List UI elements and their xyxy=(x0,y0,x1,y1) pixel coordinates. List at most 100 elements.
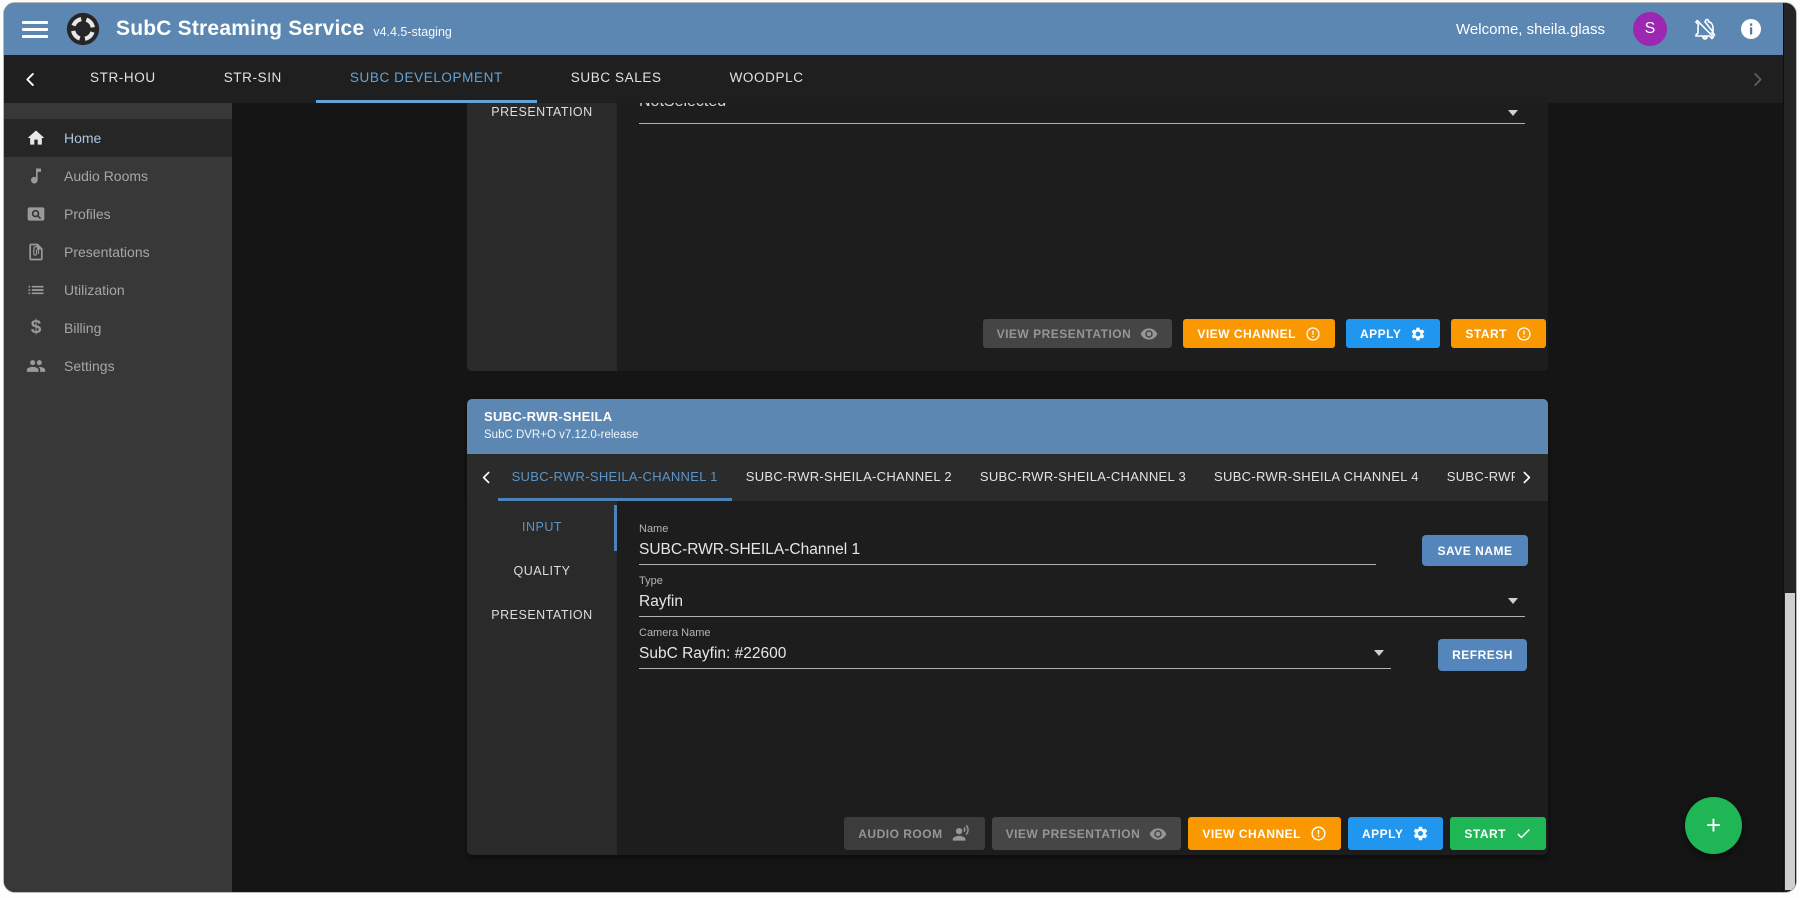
add-device-fab[interactable]: + xyxy=(1685,797,1742,854)
voice-person-icon xyxy=(952,824,971,843)
org-tab-str-sin[interactable]: STR-SIN xyxy=(190,55,316,103)
channel-tabs-scroll-left-icon[interactable] xyxy=(475,454,498,501)
sidebar-item-home[interactable]: Home xyxy=(4,119,232,157)
presentation-select[interactable]: NotSelected xyxy=(639,103,726,111)
sidebar-item-settings[interactable]: Settings xyxy=(4,347,232,385)
select-underline xyxy=(639,123,1525,124)
app-bar: SubC Streaming Service v4.4.5-staging We… xyxy=(4,3,1783,55)
welcome-text: Welcome, sheila.glass xyxy=(1456,21,1605,38)
section-tab-column: INPUT QUALITY PRESENTATION xyxy=(467,501,617,855)
people-icon xyxy=(26,356,46,376)
channel-tab-1[interactable]: SUBC-RWR-SHEILA-CHANNEL 1 xyxy=(498,454,732,501)
button-label: VIEW CHANNEL xyxy=(1197,327,1296,341)
sidebar-item-presentations[interactable]: Presentations xyxy=(4,233,232,271)
sidebar-item-label: Profiles xyxy=(64,206,111,222)
refresh-button[interactable]: REFRESH xyxy=(1438,639,1527,671)
camera-name-select[interactable]: SubC Rayfin: #22600 xyxy=(639,645,786,663)
avatar[interactable]: S xyxy=(1633,12,1667,46)
name-label: Name xyxy=(639,523,668,535)
notifications-off-icon[interactable] xyxy=(1693,17,1717,41)
save-name-button[interactable]: SAVE NAME xyxy=(1422,535,1528,566)
chevron-down-icon[interactable] xyxy=(1508,598,1518,604)
button-label: VIEW PRESENTATION xyxy=(1006,827,1141,841)
channel-tabs-scroll-right-icon[interactable] xyxy=(1515,454,1538,501)
app-version: v4.4.5-staging xyxy=(373,19,452,39)
section-tab-presentation[interactable]: PRESENTATION xyxy=(467,593,617,637)
channel-tab-4[interactable]: SUBC-RWR-SHEILA CHANNEL 4 xyxy=(1200,454,1433,501)
section-tab-presentation[interactable]: PRESENTATION xyxy=(467,103,617,131)
device-version: SubC DVR+O v7.12.0-release xyxy=(484,429,1548,441)
eye-icon xyxy=(1140,325,1158,343)
audio-room-button[interactable]: AUDIO ROOM xyxy=(844,817,984,850)
eye-icon xyxy=(1149,825,1167,843)
device-card: SUBC-RWR-SHEILA SubC DVR+O v7.12.0-relea… xyxy=(467,399,1548,855)
button-label: VIEW CHANNEL xyxy=(1202,827,1301,841)
gear-icon xyxy=(1412,825,1429,842)
camera-underline xyxy=(639,668,1391,669)
info-icon[interactable] xyxy=(1739,17,1763,41)
button-label: START xyxy=(1465,327,1507,341)
active-section-indicator xyxy=(614,505,617,551)
channel-tab-3[interactable]: SUBC-RWR-SHEILA-CHANNEL 3 xyxy=(966,454,1200,501)
view-channel-button[interactable]: VIEW CHANNEL xyxy=(1188,817,1341,850)
page-search-icon xyxy=(26,204,46,224)
error-outline-icon xyxy=(1305,326,1321,342)
view-channel-button[interactable]: VIEW CHANNEL xyxy=(1183,319,1335,348)
vertical-scrollbar[interactable] xyxy=(1783,3,1796,892)
channel-tab-2[interactable]: SUBC-RWR-SHEILA-CHANNEL 2 xyxy=(732,454,966,501)
org-tabs-scroll-left-icon[interactable] xyxy=(4,55,56,103)
home-icon xyxy=(26,128,46,148)
sidebar-item-label: Settings xyxy=(64,358,115,374)
chevron-down-icon[interactable] xyxy=(1374,650,1384,656)
card-actions: AUDIO ROOM VIEW PRESENTATION VIEW CHANNE… xyxy=(844,817,1546,850)
subc-logo-icon xyxy=(64,10,102,48)
section-tab-input[interactable]: INPUT xyxy=(467,505,617,549)
view-presentation-button[interactable]: VIEW PRESENTATION xyxy=(983,319,1173,348)
device-card-header: SUBC-RWR-SHEILA SubC DVR+O v7.12.0-relea… xyxy=(467,399,1548,454)
apply-button[interactable]: APPLY xyxy=(1346,319,1440,348)
section-tab-column: PRESENTATION xyxy=(467,103,617,371)
name-input[interactable]: SUBC-RWR-SHEILA-Channel 1 xyxy=(639,541,860,559)
sidebar-item-label: Audio Rooms xyxy=(64,168,148,184)
main-content: PRESENTATION NotSelected VIEW PRESENTATI… xyxy=(232,103,1783,892)
card-actions: VIEW PRESENTATION VIEW CHANNEL APPLY xyxy=(983,319,1546,348)
type-underline xyxy=(639,616,1525,617)
type-select[interactable]: Rayfin xyxy=(639,593,683,611)
apply-button[interactable]: APPLY xyxy=(1348,817,1443,850)
org-tab-subc-sales[interactable]: SUBC SALES xyxy=(537,55,696,103)
camera-name-label: Camera Name xyxy=(639,627,711,639)
org-tab-str-hou[interactable]: STR-HOU xyxy=(56,55,190,103)
start-button[interactable]: START xyxy=(1451,319,1546,348)
channel-tab-5[interactable]: SUBC-RWR-S xyxy=(1433,454,1516,501)
start-button[interactable]: START xyxy=(1450,817,1546,850)
list-icon xyxy=(26,280,46,300)
chevron-down-icon[interactable] xyxy=(1508,110,1518,116)
sidebar: Home Audio Rooms Profiles Presentations … xyxy=(4,103,232,892)
sidebar-item-label: Home xyxy=(64,130,101,146)
sidebar-item-audio-rooms[interactable]: Audio Rooms xyxy=(4,157,232,195)
menu-icon[interactable] xyxy=(22,16,48,42)
org-tab-subc-development[interactable]: SUBC DEVELOPMENT xyxy=(316,55,537,103)
scrollbar-thumb[interactable] xyxy=(1785,593,1795,890)
section-tab-quality[interactable]: QUALITY xyxy=(467,549,617,593)
gear-icon xyxy=(1410,326,1426,342)
button-label: START xyxy=(1464,827,1506,841)
error-outline-icon xyxy=(1516,326,1532,342)
sidebar-item-label: Utilization xyxy=(64,282,125,298)
app-title: SubC Streaming Service xyxy=(116,17,364,41)
sidebar-item-profiles[interactable]: Profiles xyxy=(4,195,232,233)
plus-icon: + xyxy=(1706,810,1721,841)
channel-panel: INPUT QUALITY PRESENTATION Name SUBC-RWR… xyxy=(467,501,1548,855)
dollar-icon: $ xyxy=(26,318,46,338)
sidebar-item-label: Billing xyxy=(64,320,101,336)
org-tabs-scroll-right-icon[interactable] xyxy=(1731,55,1783,103)
sidebar-item-label: Presentations xyxy=(64,244,150,260)
sidebar-item-utilization[interactable]: Utilization xyxy=(4,271,232,309)
error-outline-icon xyxy=(1310,825,1327,842)
org-tab-woodplc[interactable]: WOODPLC xyxy=(696,55,838,103)
document-attachment-icon xyxy=(26,242,46,262)
music-note-icon xyxy=(26,166,46,186)
device-name: SUBC-RWR-SHEILA xyxy=(484,409,1548,424)
sidebar-item-billing[interactable]: $ Billing xyxy=(4,309,232,347)
view-presentation-button[interactable]: VIEW PRESENTATION xyxy=(992,817,1182,850)
